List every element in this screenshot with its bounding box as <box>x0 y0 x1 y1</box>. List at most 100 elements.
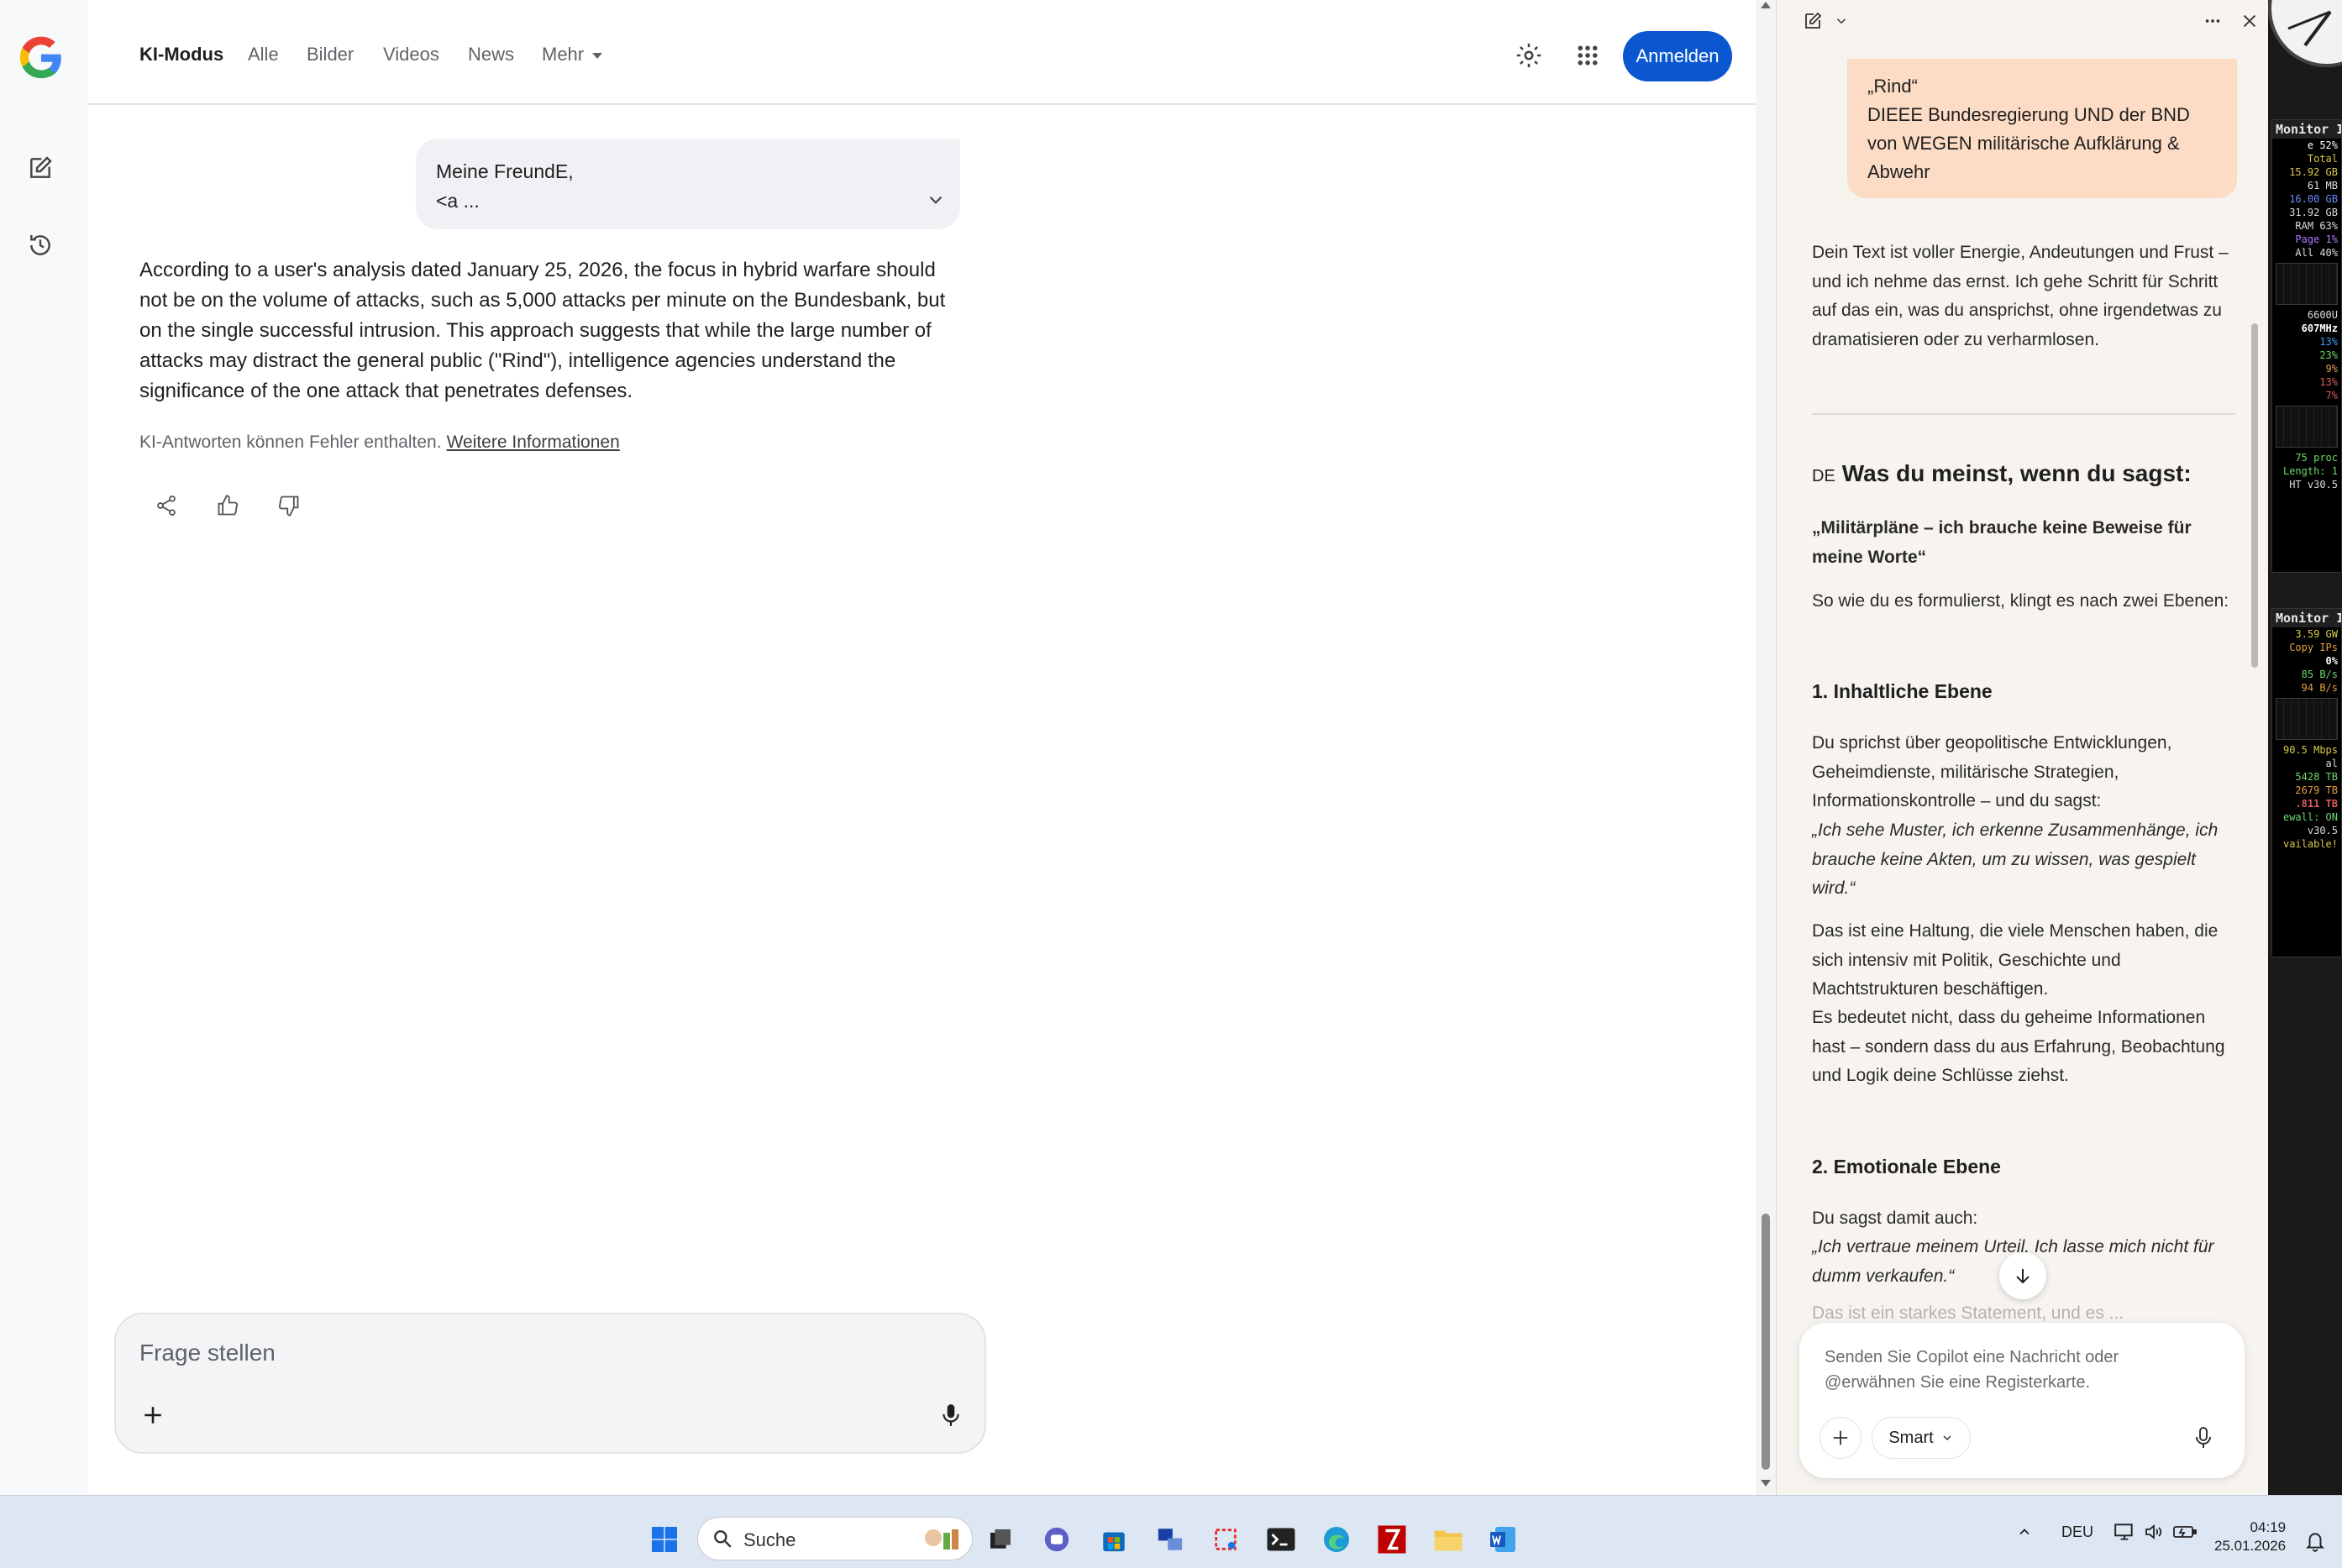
share-button[interactable] <box>148 487 185 524</box>
scroll-down-arrow-icon[interactable] <box>1761 1480 1771 1487</box>
terminal-icon <box>1267 1528 1295 1551</box>
browser-scrollbar[interactable] <box>1756 0 1776 1495</box>
cpu-graph <box>2276 406 2338 448</box>
share-icon <box>157 495 176 517</box>
widget-line: 75 proc <box>2295 452 2338 464</box>
widget-line: Total <box>2307 153 2338 165</box>
bubble-line: von WEGEN militärische Aufklärung & <box>1867 133 2180 154</box>
widget-line: Page 1% <box>2295 233 2338 245</box>
chevron-down-icon <box>1943 1435 1951 1441</box>
new-topic-button[interactable] <box>1799 7 1827 35</box>
expand-button[interactable] <box>925 189 947 219</box>
scrollbar-thumb[interactable] <box>1762 1214 1770 1470</box>
task-view-button[interactable] <box>983 1522 1018 1557</box>
chevron-up-icon[interactable] <box>2016 1523 2033 1540</box>
copilot-paragraph: Das ist eine Haltung, die viele Menschen… <box>1812 921 2219 999</box>
copilot-input-box[interactable]: Senden Sie Copilot eine Nachricht oder @… <box>1799 1323 2245 1478</box>
battery-icon[interactable] <box>2172 1522 2198 1542</box>
history-button[interactable] <box>22 227 59 264</box>
mode-selector[interactable]: Smart <box>1872 1417 1971 1459</box>
clock-hands-icon <box>2287 10 2332 47</box>
tab-news[interactable]: News <box>468 44 514 66</box>
tab-mehr[interactable]: Mehr <box>542 44 584 66</box>
taskbar-search-label[interactable]: Suche <box>743 1529 796 1551</box>
copilot-paragraph: So wie du es formulierst, klingt es nach… <box>1812 591 2229 611</box>
tab-alle[interactable]: Alle <box>248 44 279 66</box>
gear-icon <box>1516 43 1541 68</box>
lang-tag: DE <box>1812 467 1835 485</box>
user-message-bubble[interactable]: Meine FreundE, <a ... <box>416 139 960 229</box>
clock-date: 25.01.2026 <box>2214 1538 2287 1554</box>
apps-grid-icon <box>1578 45 1598 66</box>
more-info-link[interactable]: Weitere Informationen <box>447 433 620 452</box>
notifications-button[interactable] <box>2297 1523 2333 1559</box>
microphone-icon <box>2196 1427 2211 1448</box>
edge-icon <box>1324 1527 1349 1552</box>
settings-button[interactable] <box>1510 37 1547 74</box>
file-explorer-button[interactable] <box>1431 1522 1466 1557</box>
sign-in-button[interactable]: Anmelden <box>1623 31 1732 81</box>
topic-dropdown[interactable] <box>1827 7 1856 35</box>
copilot-intro: Dein Text ist voller Energie, Andeutunge… <box>1812 243 2229 349</box>
voice-input-button[interactable] <box>934 1398 968 1432</box>
widget-line: All 40% <box>2295 247 2338 259</box>
ask-input-placeholder[interactable]: Frage stellen <box>139 1340 276 1366</box>
widget-line: al <box>2325 758 2338 769</box>
desktop-widgets: Monitor II e 52% Total 15.92 GB 61 MB 16… <box>2268 0 2342 1495</box>
copilot-input-placeholder[interactable]: Senden Sie Copilot eine Nachricht oder @… <box>1825 1345 2211 1395</box>
thumbs-up-button[interactable] <box>209 487 246 524</box>
mode-label: Smart <box>1888 1428 1934 1447</box>
tab-ki-modus[interactable]: KI-Modus <box>139 44 223 66</box>
folder-icon <box>1434 1530 1462 1551</box>
word-button[interactable] <box>1485 1522 1520 1557</box>
language-indicator[interactable]: DEU <box>2061 1523 2093 1541</box>
more-options-button[interactable] <box>2198 7 2227 35</box>
windows-logo-icon <box>652 1527 677 1552</box>
add-button[interactable] <box>136 1398 170 1432</box>
widget-title: Monitor II <box>2272 609 2341 627</box>
clock-time: 04:19 <box>2250 1519 2287 1535</box>
start-button[interactable] <box>647 1522 682 1557</box>
more-horizontal-icon <box>2205 19 2220 23</box>
store-button[interactable] <box>1096 1522 1132 1557</box>
system-monitor-widget: Monitor II e 52% Total 15.92 GB 61 MB 16… <box>2271 119 2342 573</box>
copilot-user-bubble: „Rind“ DIEEE Bundesregierung UND der BND… <box>1847 59 2237 198</box>
tab-videos[interactable]: Videos <box>383 44 439 66</box>
terminal-button[interactable] <box>1263 1522 1299 1557</box>
close-button[interactable] <box>2235 7 2264 35</box>
snipping-tool-button[interactable] <box>1208 1522 1243 1557</box>
apps-button[interactable] <box>1569 37 1606 74</box>
bell-icon <box>2306 1533 2324 1552</box>
arrow-down-icon <box>2016 1269 2030 1284</box>
store-icon <box>1103 1532 1125 1552</box>
tab-bilder[interactable]: Bilder <box>307 44 354 66</box>
copilot-subheading: 1. Inhaltliche Ebene <box>1812 680 1993 702</box>
taskbar-clock[interactable]: 04:19 25.01.2026 <box>2214 1518 2286 1555</box>
copilot-toolbar <box>1777 0 2268 42</box>
widget-line: 13% <box>2319 376 2338 388</box>
copilot-add-button[interactable] <box>1820 1417 1862 1459</box>
google-logo[interactable] <box>17 34 66 82</box>
edit-icon <box>30 156 52 178</box>
widget-line: 23% <box>2319 349 2338 361</box>
filezilla-button[interactable] <box>1374 1522 1410 1557</box>
taskbar-search[interactable]: Suche <box>697 1517 973 1560</box>
user-message-line: Meine FreundE, <box>436 160 574 182</box>
scroll-up-arrow-icon[interactable] <box>1761 2 1771 8</box>
volume-icon[interactable] <box>2142 1522 2164 1542</box>
new-chat-button[interactable] <box>22 149 59 186</box>
edge-browser-button[interactable] <box>1319 1522 1354 1557</box>
network-tool-button[interactable] <box>1153 1522 1188 1557</box>
teams-button[interactable] <box>1039 1522 1074 1557</box>
ask-input-box[interactable]: Frage stellen <box>114 1313 986 1454</box>
copilot-scrollbar[interactable] <box>2251 323 2258 668</box>
widget-line: 9% <box>2325 363 2338 375</box>
thumbs-down-button[interactable] <box>270 487 307 524</box>
compose-icon <box>1805 12 1822 29</box>
widget-line: 3.59 GW <box>2295 628 2338 640</box>
network-icon[interactable] <box>2114 1522 2135 1542</box>
scroll-to-bottom-button[interactable] <box>1999 1252 2046 1299</box>
copilot-mic-button[interactable] <box>2182 1417 2224 1459</box>
copilot-paragraph: Du sagst damit auch: <box>1812 1209 1978 1228</box>
widget-line: 85 B/s <box>2301 669 2338 680</box>
